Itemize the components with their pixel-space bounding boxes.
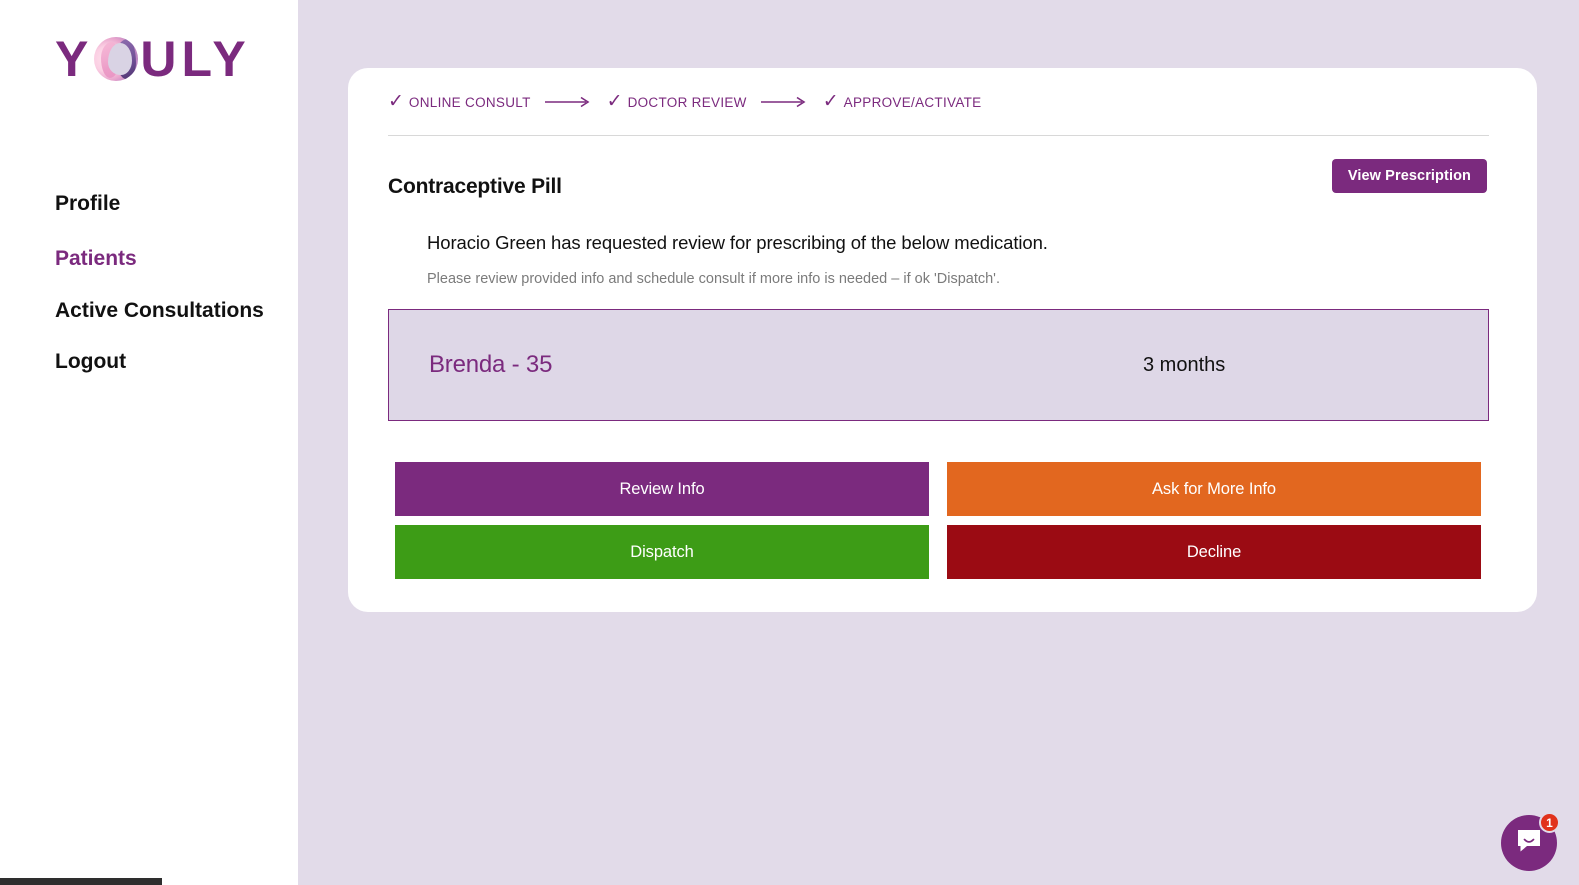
arrow-right-icon <box>544 96 593 108</box>
step-approve-activate[interactable]: ✓ APPROVE/ACTIVATE <box>822 90 982 112</box>
chat-unread-badge: 1 <box>1539 812 1560 833</box>
step-online-consult[interactable]: ✓ ONLINE CONSULT <box>388 90 531 112</box>
dispatch-button[interactable]: Dispatch <box>395 525 929 579</box>
check-icon: ✓ <box>388 90 404 112</box>
section-divider <box>388 135 1489 136</box>
ask-for-more-info-button[interactable]: Ask for More Info <box>947 462 1481 516</box>
review-info-button[interactable]: Review Info <box>395 462 929 516</box>
decline-button[interactable]: Decline <box>947 525 1481 579</box>
medication-name: Brenda - 35 <box>429 351 553 378</box>
logo-letter-y: Y <box>55 31 94 87</box>
view-prescription-button[interactable]: View Prescription <box>1331 159 1487 193</box>
sidebar: Y ULY Profile Patients Active Consultati… <box>0 0 298 885</box>
check-icon: ✓ <box>606 90 623 112</box>
sidebar-item-patients[interactable]: Patients <box>55 247 265 271</box>
medication-duration: 3 months <box>1143 353 1226 376</box>
arrow-right-icon <box>760 96 809 108</box>
step-doctor-review[interactable]: ✓ DOCTOR REVIEW <box>606 90 747 112</box>
step-label: ONLINE CONSULT <box>408 94 531 110</box>
horizontal-scrollbar-track[interactable] <box>0 876 298 885</box>
request-summary-text: Horacio Green has requested review for p… <box>427 231 1048 253</box>
page-title: Contraceptive Pill <box>388 175 562 199</box>
review-instruction-text: Please review provided info and schedule… <box>427 270 1000 287</box>
woman-face-circle-icon <box>94 37 139 81</box>
sidebar-item-profile[interactable]: Profile <box>55 192 265 216</box>
step-label: APPROVE/ACTIVATE <box>843 94 982 110</box>
step-label: DOCTOR REVIEW <box>627 94 747 110</box>
sidebar-item-active-consultations[interactable]: Active Consultations <box>55 299 265 323</box>
medication-summary-row[interactable]: Brenda - 35 3 months <box>388 309 1489 421</box>
app-logo[interactable]: Y ULY <box>55 30 246 88</box>
logo-letters-uly: ULY <box>140 31 251 87</box>
sidebar-nav: Profile Patients Active Consultations Lo… <box>55 192 265 373</box>
chat-smile-icon <box>1515 827 1543 860</box>
sidebar-item-logout[interactable]: Logout <box>55 350 265 374</box>
progress-stepper: ✓ ONLINE CONSULT ✓ DOCTOR REVIEW ✓ APPRO… <box>388 91 982 113</box>
horizontal-scrollbar-thumb[interactable] <box>0 878 162 885</box>
check-icon: ✓ <box>822 90 839 112</box>
action-button-group: Review Info Ask for More Info Dispatch D… <box>395 462 1481 579</box>
consultation-card: ✓ ONLINE CONSULT ✓ DOCTOR REVIEW ✓ APPRO… <box>348 68 1537 612</box>
chat-launcher-button[interactable]: 1 <box>1501 812 1560 871</box>
